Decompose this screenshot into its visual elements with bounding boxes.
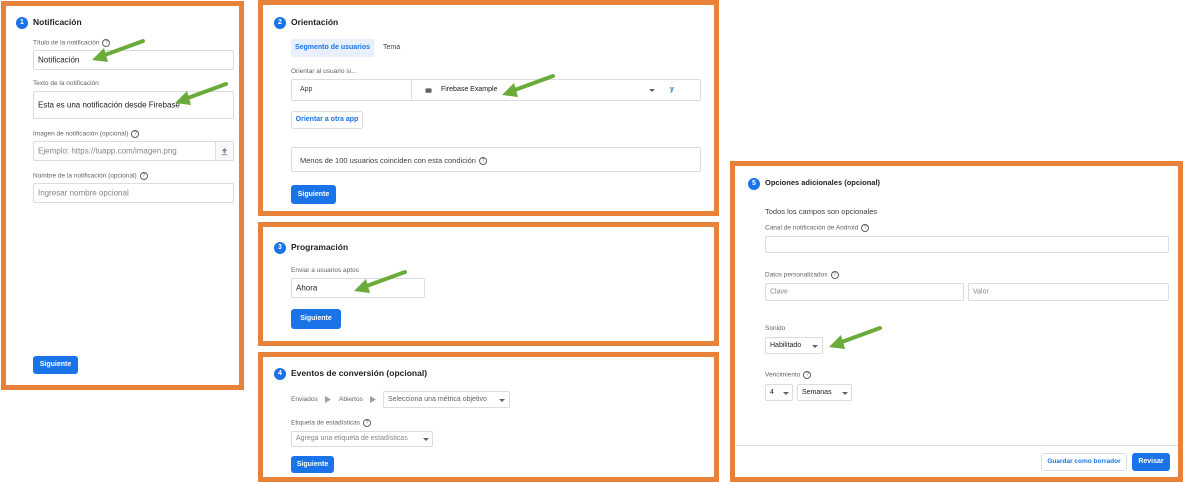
green-arrow-annotation: [502, 74, 555, 97]
app-select-value: Firebase Example: [441, 86, 498, 93]
scheduling-panel: 3 Programación Enviar a usuarios aptos A…: [258, 222, 719, 346]
expiry-unit-select[interactable]: Semanas: [797, 384, 852, 401]
send-label: Enviar a usuarios aptos: [291, 267, 359, 274]
title-input-value: Notificación: [38, 55, 80, 65]
app-icon: [425, 88, 432, 93]
chevron-down-icon: [812, 345, 818, 348]
notification-panel: 1 Notificación Título de la notificación…: [1, 1, 244, 390]
chevron-down-icon: [423, 438, 429, 441]
android-channel-input[interactable]: [765, 236, 1169, 253]
targeting-panel: 2 Orientación Segmento de usuarios Tema …: [258, 0, 719, 216]
conversion-panel: 4 Eventos de conversión (opcional) Envia…: [258, 352, 719, 482]
send-select-value: Ahora: [296, 283, 318, 293]
sound-label: Sonido: [765, 325, 786, 332]
analytics-label: Etiqueta de estadísticas?: [291, 419, 372, 427]
section-title-notification: Notificación: [33, 17, 82, 27]
green-arrow-annotation: [175, 82, 228, 105]
next-button[interactable]: Siguiente: [33, 356, 78, 374]
step-badge-3: 3: [274, 242, 286, 254]
next-button[interactable]: Siguiente: [291, 185, 336, 204]
arrow-right-icon: [325, 396, 331, 403]
text-field-label: Texto de la notificación: [33, 80, 99, 87]
tab-topic[interactable]: Tema: [383, 39, 400, 57]
review-button[interactable]: Revisar: [1132, 453, 1170, 471]
upload-button[interactable]: [215, 141, 234, 161]
analytics-select-placeholder: Agrega una etiqueta de estadísticas: [296, 435, 408, 442]
chevron-down-icon: [842, 392, 848, 395]
sent-label: Enviados: [291, 396, 318, 403]
name-field-label: Nombre de la notificación (opcional)?: [33, 172, 148, 180]
section-title-conversion: Eventos de conversión (opcional): [291, 368, 428, 378]
section-title-scheduling: Programación: [291, 242, 349, 252]
expiry-number-value: 4: [770, 389, 774, 396]
arrow-right-icon: [370, 396, 376, 403]
expiry-label: Vencimiento?: [765, 371, 812, 379]
expiry-unit-value: Semanas: [802, 389, 832, 396]
value-input[interactable]: Valor: [968, 283, 1169, 301]
help-icon[interactable]: ?: [131, 130, 140, 138]
help-icon[interactable]: ?: [363, 419, 372, 427]
step-badge-1: 1: [16, 17, 28, 29]
step-badge-4: 4: [274, 368, 286, 380]
sound-select-value: Habilitado: [770, 342, 802, 349]
metric-select[interactable]: Selecciona una métrica objetivo: [383, 391, 510, 408]
help-icon[interactable]: ?: [861, 224, 870, 232]
step-badge-2: 2: [274, 17, 286, 29]
target-label: Orientar al usuario si...: [291, 68, 357, 75]
sound-select[interactable]: Habilitado: [765, 337, 823, 354]
help-icon[interactable]: ?: [803, 371, 812, 379]
footer-divider: [735, 445, 1178, 446]
help-icon[interactable]: ?: [830, 271, 839, 279]
step-badge-5: 5: [748, 178, 760, 190]
chevron-down-icon: [649, 89, 655, 92]
save-draft-button[interactable]: Guardar como borrador: [1041, 453, 1127, 471]
image-input-placeholder: Ejemplo: https://tuapp.com/imagen.png: [38, 146, 177, 156]
help-icon[interactable]: ?: [478, 157, 487, 166]
help-icon[interactable]: ?: [139, 172, 148, 180]
target-condition-row: App Firebase Example y: [291, 79, 701, 101]
name-input[interactable]: Ingresar nombre opcional: [33, 183, 234, 203]
analytics-select[interactable]: Agrega una etiqueta de estadísticas: [291, 431, 433, 447]
text-input-value: Esta es una notificación desde Firebase: [38, 100, 180, 110]
row-divider: [411, 80, 412, 100]
next-button[interactable]: Siguiente: [291, 309, 341, 329]
key-input[interactable]: Clave: [765, 283, 964, 301]
app-label: App: [300, 86, 313, 93]
android-channel-label: Canal de notificación de Android?: [765, 224, 870, 232]
section-title-targeting: Orientación: [291, 17, 339, 27]
upload-icon: [221, 147, 228, 156]
next-button[interactable]: Siguiente: [291, 456, 334, 473]
section-title-options: Opciones adicionales (opcional): [765, 178, 881, 187]
options-panel: 5 Opciones adicionales (opcional) Todos …: [730, 161, 1183, 482]
custom-data-label: Datos personalizados?: [765, 271, 839, 279]
metric-select-placeholder: Selecciona una métrica objetivo: [388, 396, 487, 403]
image-field-label: Imagen de notificación (opcional)?: [33, 130, 140, 138]
image-input[interactable]: Ejemplo: https://tuapp.com/imagen.png: [33, 141, 216, 161]
green-arrow-annotation: [829, 326, 882, 349]
and-label[interactable]: y: [670, 86, 674, 93]
name-input-placeholder: Ingresar nombre opcional: [38, 188, 129, 198]
expiry-number-select[interactable]: 4: [765, 384, 793, 401]
match-info-box: Menos de 100 usuarios coinciden con esta…: [291, 147, 701, 172]
chevron-down-icon: [783, 392, 789, 395]
value-input-placeholder: Valor: [973, 288, 989, 296]
green-arrow-annotation: [354, 270, 407, 293]
key-input-placeholder: Clave: [770, 288, 788, 296]
opened-label: Abiertos: [339, 396, 363, 403]
target-other-app-button[interactable]: Orientar a otra app: [291, 111, 363, 129]
match-text: Menos de 100 usuarios coinciden con esta…: [300, 156, 487, 166]
chevron-down-icon: [499, 399, 505, 402]
tab-segment[interactable]: Segmento de usuarios: [291, 39, 374, 57]
green-arrow-annotation: [92, 39, 145, 62]
all-optional-text: Todos los campos son opcionales: [765, 207, 878, 216]
